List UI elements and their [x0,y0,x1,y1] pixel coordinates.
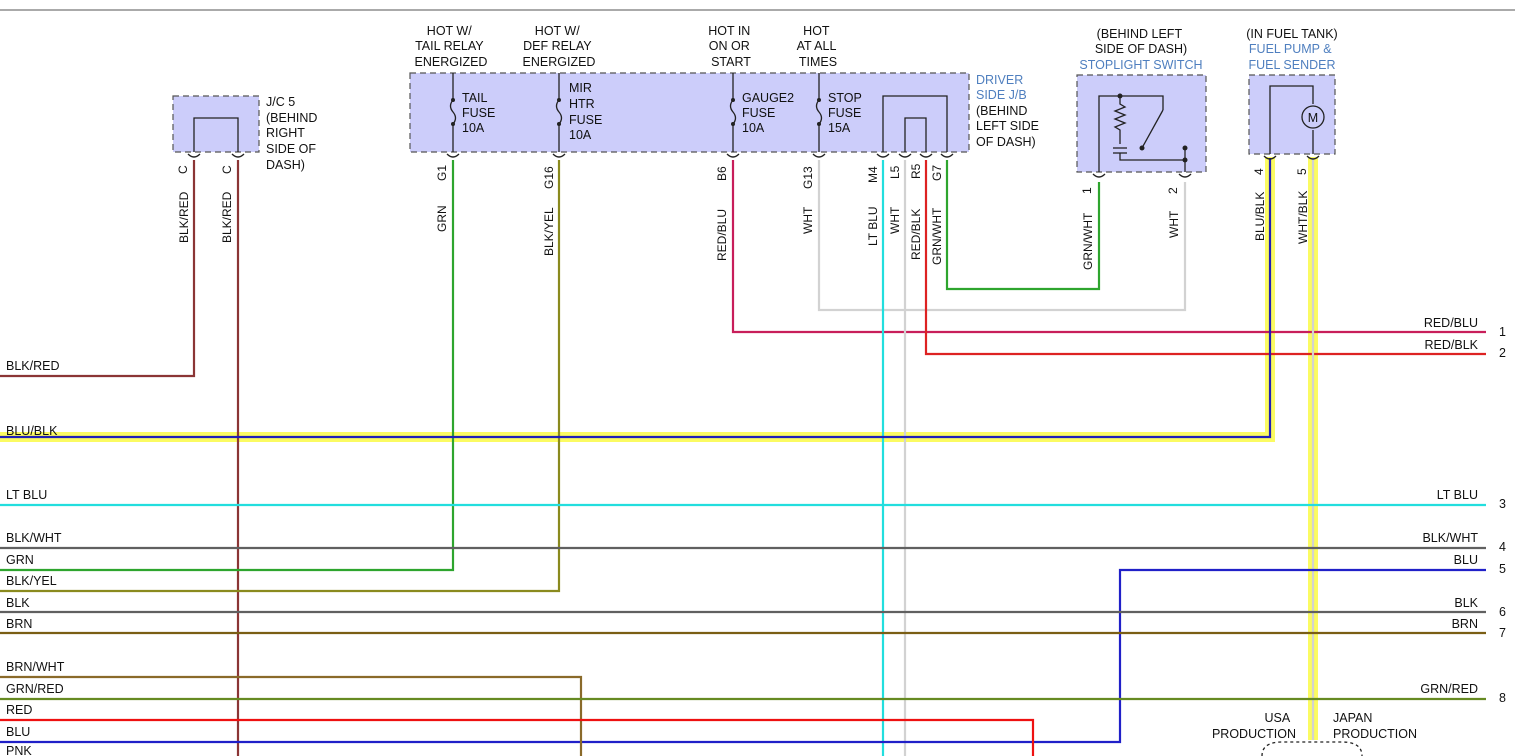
right-number-4: 4 [1499,540,1506,554]
left-label-blk-yel: BLK/YEL [6,574,57,588]
jb-header-def: HOT W/ DEF RELAY ENERGIZED [523,24,596,69]
jc5-title: J/C 5 (BEHIND RIGHT SIDE OF DASH) [266,95,321,172]
stoplight-contact-b [1139,145,1145,151]
fuelpump-title: FUEL PUMP & FUEL SENDER [1248,42,1335,72]
stoplight-connector-2 [1178,173,1192,178]
right-label-brn: BRN [1452,617,1478,631]
right-number-3: 3 [1499,497,1506,511]
right-label-blk: BLK [1454,596,1478,610]
right-label-blk-wht: BLK/WHT [1422,531,1478,545]
right-number-5: 5 [1499,562,1506,576]
jb-header-gauge: HOT IN ON OR START [708,24,754,69]
motor-symbol: M [1308,111,1318,125]
jb-wire-grn-label: GRN [435,205,449,232]
production-japan-label: JAPAN PRODUCTION [1333,711,1417,741]
wire-blu-bus [0,568,1486,744]
jb-header-tail: HOT W/ TAIL RELAY ENERGIZED [415,24,488,69]
jb-pin-r5: R5 [909,163,923,179]
jb-pin-g13: G13 [801,166,815,189]
left-label-grn-red: GRN/RED [6,682,64,696]
production-usa-label: USA PRODUCTION [1212,711,1296,741]
left-label-brn: BRN [6,617,32,631]
jb-wire-blk-yel-label: BLK/YEL [542,207,556,256]
jb-pin-b6: B6 [715,166,729,181]
wire-red-blk [924,160,1486,356]
left-label-blk-red: BLK/RED [6,359,60,373]
left-label-blk-wht: BLK/WHT [6,531,62,545]
jb-header-stop: HOT AT ALL TIMES [797,24,840,69]
jb-wire-red-blk-label: RED/BLK [909,209,923,260]
left-label-red: RED [6,703,32,717]
jb-wire-grn-wht-label: GRN/WHT [930,207,944,265]
wire-grn-wht [945,160,1101,291]
jc5-pin-right: C [220,165,234,174]
left-label-grn: GRN [6,553,34,567]
fuelpump-pin-5: 5 [1295,168,1309,175]
left-label-brn-wht: BRN/WHT [6,660,65,674]
left-label-blk: BLK [6,596,30,610]
jb-connectors [446,153,954,158]
jb-wire-wht2-label: WHT [888,206,902,234]
jb-pin-g7: G7 [930,165,944,181]
wire-red-bus [0,718,1035,756]
jc5-component: J/C 5 (BEHIND RIGHT SIDE OF DASH) C C BL… [172,95,321,243]
fuelpump-wire-wht-blk-label: WHT/BLK [1296,191,1310,244]
jb-pin-g1: G1 [435,165,449,181]
jb-wire-wht-label: WHT [801,206,815,234]
stoplight-location: (BEHIND LEFT SIDE OF DASH) [1095,27,1187,56]
jc5-pin-left: C [176,165,190,174]
left-label-blu-blk: BLU/BLK [6,424,58,438]
jc5-box [172,95,260,153]
stoplight-pin-2: 2 [1166,187,1180,194]
jb-location: (BEHIND LEFT SIDE OF DASH) [976,104,1042,149]
jb-title: DRIVER SIDE J/B [976,73,1027,102]
wire-brn-wht [0,675,583,756]
jb-wire-red-blu-label: RED/BLU [715,209,729,261]
wiring-diagram: J/C 5 (BEHIND RIGHT SIDE OF DASH) C C BL… [0,9,1515,756]
left-label-lt-blu: LT BLU [6,488,47,502]
jb-wire-lt-blu-label: LT BLU [866,206,880,246]
jc5-connector-right [231,153,245,158]
right-number-8: 8 [1499,691,1506,705]
fuelpump-pin-4: 4 [1252,168,1266,175]
right-number-7: 7 [1499,626,1506,640]
right-label-lt-blu: LT BLU [1437,488,1478,502]
fuelpump-box [1248,74,1336,155]
stoplight-contact-a [1117,93,1123,99]
right-label-red-blk: RED/BLK [1425,338,1479,352]
highlights [0,157,1318,740]
left-label-blu: BLU [6,725,30,739]
right-number-2: 2 [1499,346,1506,360]
left-label-pnk: PNK [6,744,32,756]
stoplight-box [1076,74,1207,173]
right-connector-numbers: 1 2 3 4 5 6 7 8 [1499,325,1506,705]
production-split-bracket [1261,741,1363,756]
wire-red-blu [731,160,1486,334]
stoplight-connector-1 [1092,173,1106,178]
fuelpump-wire-blu-blk-label: BLU/BLK [1253,192,1267,241]
stoplight-pin-1: 1 [1080,187,1094,194]
jc5-wire-left-label: BLK/RED [177,191,191,243]
right-number-1: 1 [1499,325,1506,339]
right-label-blu: BLU [1454,553,1478,567]
fuelpump-location: (IN FUEL TANK) [1246,27,1337,41]
wire-blk-red-jc5-left [0,160,196,378]
stoplight-wire-wht-label: WHT [1167,210,1181,238]
fuel-pump-component: (IN FUEL TANK) FUEL PUMP & FUEL SENDER M… [1246,27,1337,244]
right-label-grn-red: GRN/RED [1420,682,1478,696]
stoplight-wire-grn-wht-label: GRN/WHT [1081,212,1095,270]
jc5-wire-right-label: BLK/RED [220,191,234,243]
jc5-connector-left [187,153,201,158]
right-number-6: 6 [1499,605,1506,619]
stoplight-switch-component: (BEHIND LEFT SIDE OF DASH) STOPLIGHT SWI… [1076,27,1207,270]
stoplight-title: STOPLIGHT SWITCH [1079,58,1202,72]
right-label-red-blu: RED/BLU [1424,316,1478,330]
jb-pin-l5: L5 [888,165,902,179]
wires [0,158,1486,756]
jb-pin-g16: G16 [542,166,556,189]
jb-pin-m4: M4 [866,166,880,183]
left-wire-labels: BLK/RED BLU/BLK LT BLU BLK/WHT GRN BLK/Y… [6,359,65,756]
